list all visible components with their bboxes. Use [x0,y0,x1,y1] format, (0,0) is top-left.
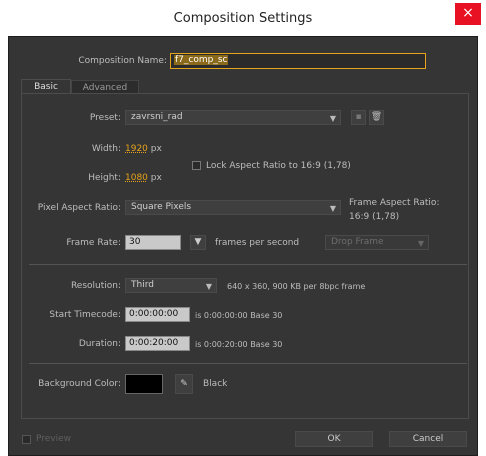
comp-name-label: Composition Name: [78,56,167,66]
basic-panel [21,93,469,419]
duration-label: Duration: [78,339,121,349]
start-timecode-input[interactable]: 0:00:00:00 [125,307,190,322]
close-icon: × [462,5,474,21]
chevron-down-icon: ▼ [417,239,424,248]
width-value: 1920 [125,144,148,154]
pixel-aspect-label: Pixel Aspect Ratio: [37,203,121,213]
preset-value: zavrsni_rad [131,112,183,122]
tab-basic[interactable]: Basic [21,79,71,94]
chevron-down-icon: ▼ [329,114,336,123]
drop-frame-value: Drop Frame [331,237,384,247]
height-field[interactable]: 1080 px [125,173,162,183]
preview-label: Preview [36,434,72,444]
background-color-swatch[interactable] [125,374,163,394]
cancel-button[interactable]: Cancel [389,431,467,447]
width-field[interactable]: 1920 px [125,144,162,154]
title-bar: Composition Settings × [0,0,486,36]
resolution-value: Third [131,280,154,290]
preset-dropdown[interactable]: zavrsni_rad ▼ [125,110,341,125]
close-button[interactable]: × [455,3,481,25]
frame-rate-input[interactable]: 30 [125,235,181,250]
frame-aspect-label: Frame Aspect Ratio: [349,198,440,208]
height-value: 1080 [125,173,148,183]
lock-aspect-label: Lock Aspect Ratio to 16:9 (1,78) [206,161,351,171]
eyedropper-icon[interactable]: ✎ [175,374,193,394]
divider [29,363,467,364]
chevron-down-icon: ▼ [205,282,212,291]
lock-aspect-checkbox[interactable] [192,161,201,170]
comp-name-value: f7_comp_sc [174,55,229,65]
preview-checkbox[interactable] [22,435,31,444]
drop-frame-dropdown[interactable]: Drop Frame ▼ [325,235,429,250]
duration-info: is 0:00:20:00 Base 30 [195,340,283,349]
width-label: Width: [91,144,121,154]
frame-rate-unit: frames per second [215,238,300,248]
height-unit: px [150,173,162,183]
resolution-info: 640 x 360, 900 KB per 8bpc frame [227,282,366,291]
background-color-name: Black [203,379,228,389]
start-timecode-label: Start Timecode: [49,310,121,320]
save-preset-icon[interactable]: ▪ [351,110,366,125]
chevron-down-icon: ▼ [329,204,336,213]
duration-input[interactable]: 0:00:20:00 [125,336,190,351]
background-color-label: Background Color: [38,379,121,389]
resolution-label: Resolution: [70,281,121,291]
chevron-down-icon: ▼ [194,237,202,247]
frame-rate-dropdown[interactable]: ▼ [190,235,206,250]
start-timecode-info: is 0:00:00:00 Base 30 [195,311,283,320]
ok-button[interactable]: OK [295,431,373,447]
frame-aspect-value: 16:9 (1,78) [349,212,400,222]
window-title: Composition Settings [173,11,313,26]
preset-label: Preset: [89,113,121,123]
divider [29,264,467,265]
composition-settings-dialog: Composition Name: f7_comp_sc Basic Advan… [8,36,478,456]
height-label: Height: [88,173,121,183]
pixel-aspect-dropdown[interactable]: Square Pixels ▼ [125,200,341,215]
frame-rate-label: Frame Rate: [66,238,121,248]
width-unit: px [150,144,162,154]
resolution-dropdown[interactable]: Third ▼ [125,278,217,293]
trash-icon[interactable]: 🗑 [369,110,384,125]
pixel-aspect-value: Square Pixels [131,202,192,212]
comp-name-input[interactable]: f7_comp_sc [170,53,426,69]
